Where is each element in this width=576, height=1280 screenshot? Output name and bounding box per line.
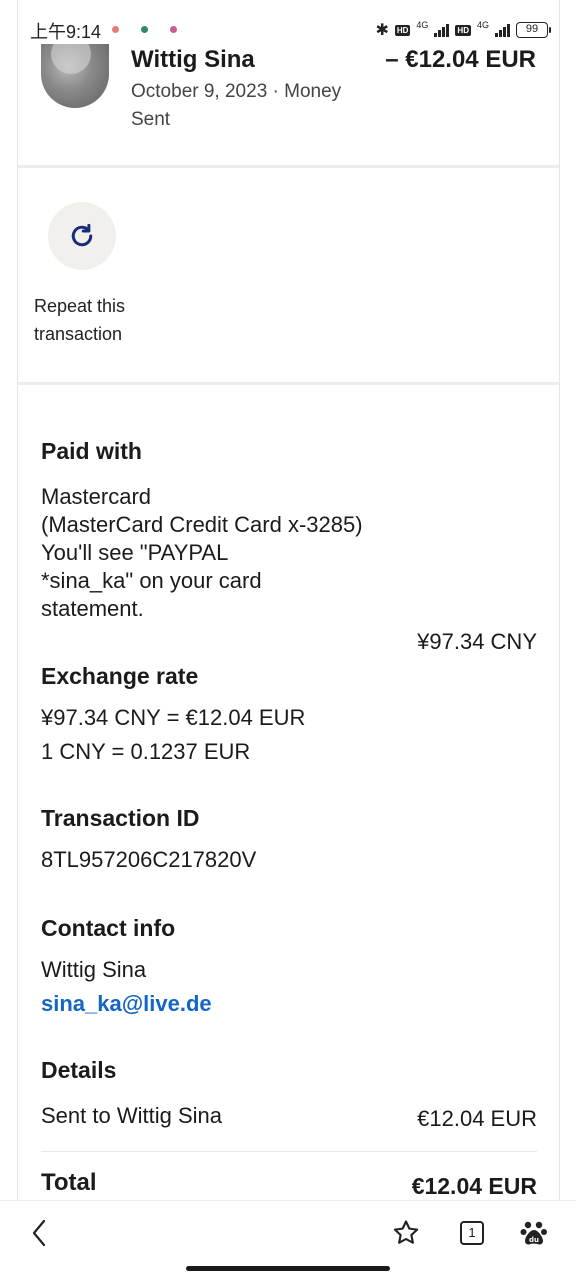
recipient-name: Wittig Sina — [131, 46, 255, 73]
back-button[interactable] — [22, 1215, 58, 1251]
exchange-rate-value: ¥97.34 CNY = €12.04 EUR — [41, 705, 306, 730]
statement-note: You'll see "PAYPAL — [41, 540, 229, 565]
payment-method: Mastercard — [41, 484, 152, 509]
statement-note: *sina_ka" on your card — [41, 568, 262, 593]
divider — [18, 382, 559, 385]
baidu-paw-icon: du — [520, 1221, 547, 1245]
paid-amount: ¥97.34 CNY — [417, 629, 537, 654]
total-label: Total — [41, 1169, 97, 1196]
repeat-section: Repeat this transaction — [18, 168, 559, 382]
transaction-amount: – €12.04 EUR — [385, 46, 536, 73]
details-heading: Details — [41, 1057, 117, 1083]
transaction-date-type: October 9, 2023 · Money Sent — [131, 81, 342, 130]
avatar — [41, 44, 109, 108]
refresh-icon — [71, 223, 93, 247]
payment-card: (MasterCard Credit Card x-3285) — [41, 512, 363, 537]
transaction-card: Wittig Sina – €12.04 EUR October 9, 2023… — [17, 0, 560, 1200]
contact-info-heading: Contact info — [41, 915, 176, 941]
tabs-count: 1 — [468, 1225, 476, 1240]
contact-email-link[interactable]: sina_ka@live.de — [41, 990, 212, 1018]
svg-text:du: du — [529, 1236, 539, 1244]
paid-with-heading: Paid with — [41, 438, 142, 464]
star-icon — [393, 1220, 419, 1244]
baidu-button[interactable]: du — [516, 1215, 552, 1251]
bookmark-button[interactable] — [388, 1215, 424, 1251]
transaction-id-heading: Transaction ID — [41, 805, 200, 831]
transaction-header: Wittig Sina – €12.04 EUR October 9, 2023… — [18, 44, 559, 165]
home-indicator[interactable] — [186, 1266, 390, 1271]
tabs-button[interactable]: 1 — [454, 1215, 490, 1251]
exchange-rate-unit: 1 CNY = 0.1237 EUR — [41, 739, 251, 764]
details-row-label: Sent to Wittig Sina — [41, 1103, 222, 1128]
tabs-icon: 1 — [460, 1221, 484, 1245]
browser-bottom-bar: 1 du — [0, 1200, 576, 1280]
divider — [41, 1151, 537, 1152]
statement-note: statement. — [41, 596, 144, 621]
repeat-transaction-label[interactable]: Repeat this transaction — [34, 292, 174, 348]
back-icon — [32, 1219, 46, 1247]
contact-name: Wittig Sina — [41, 957, 147, 982]
exchange-rate-heading: Exchange rate — [41, 663, 199, 689]
repeat-transaction-button[interactable] — [48, 202, 116, 270]
details-row-amount: €12.04 EUR — [417, 1106, 537, 1131]
total-amount: €12.04 EUR — [411, 1173, 537, 1199]
transaction-id-value: 8TL957206C217820V — [41, 847, 257, 872]
